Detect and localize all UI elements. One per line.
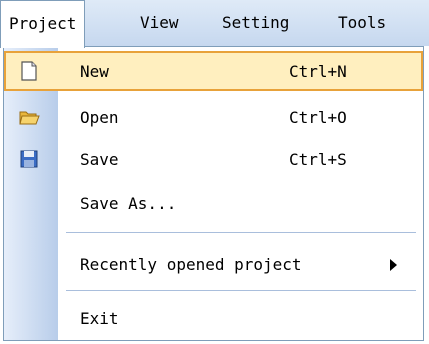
menu-item-shortcut: Ctrl+S	[289, 149, 347, 169]
menu-item-label: Exit	[80, 308, 119, 328]
menu-item-label: Open	[80, 107, 119, 127]
save-disk-icon	[20, 150, 38, 168]
menu-tools[interactable]: Tools	[330, 0, 394, 46]
menu-separator	[66, 232, 416, 234]
project-dropdown-menu: New Ctrl+N Open Ctrl+O Save Ctrl+S Save …	[3, 46, 424, 341]
menu-item-shortcut: Ctrl+O	[289, 107, 347, 127]
menu-view[interactable]: View	[132, 0, 187, 46]
menu-item-recent-projects[interactable]: Recently opened project	[4, 244, 423, 284]
menu-item-save[interactable]: Save Ctrl+S	[4, 139, 423, 179]
menu-project[interactable]: Project	[0, 0, 86, 48]
open-folder-icon	[19, 111, 40, 125]
menu-item-label: Save	[80, 149, 119, 169]
menu-item-open[interactable]: Open Ctrl+O	[4, 97, 423, 137]
menu-item-new[interactable]: New Ctrl+N	[4, 51, 423, 91]
menu-item-shortcut: Ctrl+N	[289, 61, 347, 81]
menu-setting[interactable]: Setting	[214, 0, 297, 46]
menu-item-save-as[interactable]: Save As...	[4, 183, 423, 223]
submenu-arrow-icon	[390, 259, 397, 271]
menu-item-label: Recently opened project	[80, 254, 302, 274]
menu-item-label: New	[80, 61, 109, 81]
menu-separator	[66, 290, 416, 292]
menubar: Project View Setting Tools	[0, 0, 429, 48]
menu-item-exit[interactable]: Exit	[4, 298, 423, 338]
menu-item-label: Save As...	[80, 193, 177, 213]
new-file-icon	[21, 61, 37, 81]
